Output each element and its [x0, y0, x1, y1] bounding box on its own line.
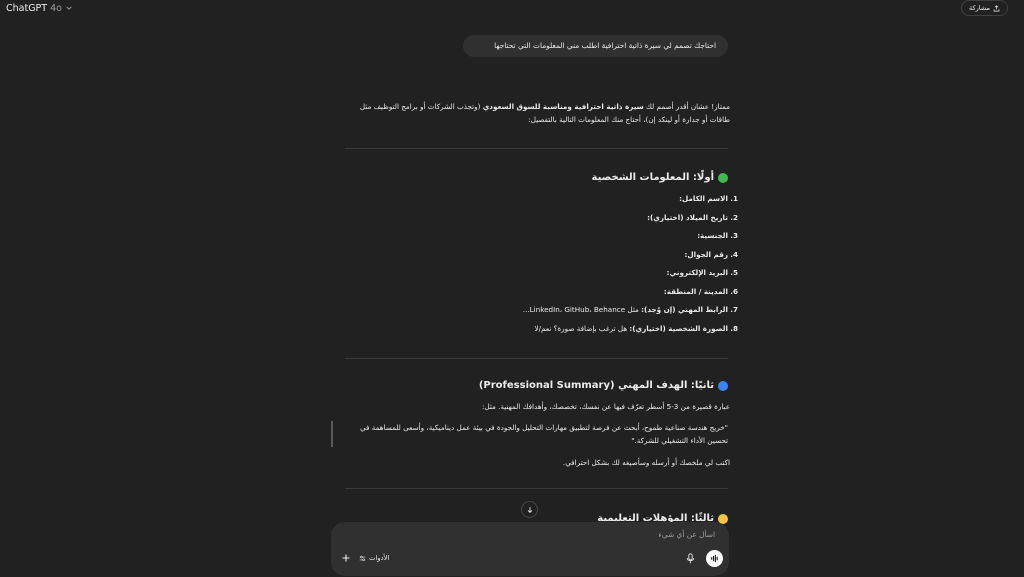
summary-description: عبارة قصيرة من 3-5 أسطر تعرّف فيها عن نف…	[481, 402, 730, 411]
tools-label: الأدوات	[369, 554, 390, 562]
voice-mode-button[interactable]	[706, 550, 723, 567]
sliders-icon	[359, 555, 366, 561]
list-item: 5. البريد الإلكتروني:	[666, 268, 738, 277]
list-item: 6. المدينة / المنطقة:	[663, 286, 738, 296]
arrow-down-icon	[527, 506, 532, 513]
blue-circle-icon	[718, 380, 728, 391]
message-composer: اسأل عن أي شيء الأدوات	[331, 522, 729, 576]
section1-title: أولًا: المعلومات الشخصية	[591, 172, 715, 183]
plus-icon[interactable]	[341, 553, 351, 563]
divider	[345, 148, 728, 149]
waveform-icon	[711, 554, 718, 563]
green-circle-icon	[718, 172, 728, 183]
chevron-down-icon	[66, 6, 72, 10]
tools-button[interactable]: الأدوات	[359, 553, 389, 563]
assistant-intro: ممتاز! عشان أقدر أصمم لك سيرة ذاتية احتر…	[340, 100, 730, 126]
section-heading-personal: أولًا: المعلومات الشخصية	[340, 172, 728, 183]
list-item: 3. الجنسية:	[697, 231, 738, 240]
personal-info-list: 1. الاسم الكامل: 2. تاريخ الميلاد (اختيا…	[340, 190, 738, 338]
quote-text: "خريج هندسة صناعية طموح، أبحث عن فرصة لت…	[360, 423, 728, 445]
model-version: 4o	[50, 2, 62, 14]
share-icon	[993, 4, 1000, 12]
microphone-icon[interactable]	[686, 553, 695, 564]
example-quote: "خريج هندسة صناعية طموح، أبحث عن فرصة لت…	[330, 421, 728, 447]
list-item: 1. الاسم الكامل:	[679, 194, 738, 203]
share-button[interactable]: مشاركة	[961, 0, 1008, 16]
list-item: 7. الرابط المهني (إن وُجد): مثل LinkedIn…	[522, 305, 738, 314]
divider	[345, 488, 728, 489]
list-item: 4. رقم الجوال:	[684, 249, 738, 259]
intro-bold: سيرة ذاتية احترافية ومناسبة للسوق السعود…	[482, 102, 644, 111]
top-bar: ChatGPT 4o مشاركة	[0, 0, 1024, 18]
summary-instruction: اكتب لي ملخصك أو أرسله وسأصيغه لك بشكل ا…	[562, 458, 730, 467]
app-name: ChatGPT	[6, 2, 48, 14]
model-selector[interactable]: ChatGPT 4o	[6, 1, 73, 15]
section-heading-summary: ثانيًا: الهدف المهني (Professional Summa…	[340, 380, 728, 391]
share-label: مشاركة	[969, 4, 990, 12]
message-input[interactable]: اسأل عن أي شيء	[658, 530, 715, 539]
list-item: 2. تاريخ الميلاد (اختياري):	[647, 212, 738, 222]
scroll-down-button[interactable]	[521, 501, 538, 518]
user-message: احتاجك تصمم لي سيرة ذاتية احترافية اطلب …	[463, 35, 728, 57]
intro-text-1: ممتاز! عشان أقدر أصمم لك	[643, 102, 730, 111]
list-item: 8. الصورة الشخصية (اختياري): هل ترغب بإض…	[534, 323, 738, 333]
quote-bar	[331, 421, 333, 447]
divider	[345, 358, 728, 359]
section2-title: ثانيًا: الهدف المهني (Professional Summa…	[478, 380, 714, 391]
